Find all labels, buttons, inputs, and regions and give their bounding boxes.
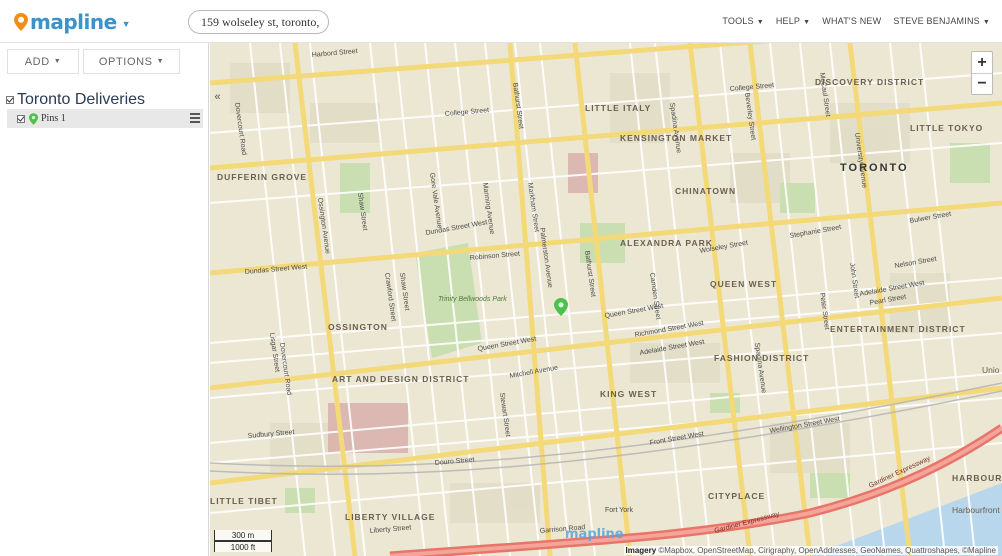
chevron-down-icon: ▼	[121, 18, 131, 29]
logo-pin-icon	[14, 13, 28, 31]
options-button-label: OPTIONS	[98, 55, 153, 68]
label-king-west: KING WEST	[600, 389, 657, 399]
label-unio: Unio	[982, 365, 1000, 375]
top-navigation: TOOLS ▼ HELP ▼ WHAT'S NEW STEVE BENJAMINS ▼	[722, 16, 990, 26]
layer-group: Toronto Deliveries	[6, 91, 145, 109]
add-button-label: ADD	[24, 55, 50, 68]
logo-text: mapline	[30, 10, 117, 34]
layer-item-label: Pins 1	[41, 113, 66, 124]
attribution-imagery: Imagery	[625, 546, 657, 555]
zoom-out-button[interactable]: −	[972, 73, 992, 94]
label-queen-west: QUEEN WEST	[710, 279, 777, 289]
label-alexandra-park: ALEXANDRA PARK	[620, 238, 713, 248]
label-art-and-design: ART AND DESIGN DISTRICT	[332, 374, 469, 384]
search-input-value: 159 wolseley st, toronto,	[201, 14, 320, 29]
layer-group-checkbox[interactable]	[6, 96, 14, 104]
chevron-down-icon: ▼	[982, 19, 990, 26]
label-dufferin-grove: DUFFERIN GROVE	[217, 172, 307, 182]
nav-whats-new[interactable]: WHAT'S NEW	[822, 16, 881, 26]
nav-tools-label: TOOLS	[722, 16, 754, 26]
options-button[interactable]: OPTIONS ▼	[83, 49, 180, 74]
layers-sidebar: ADD ▼ OPTIONS ▼ Toronto Deliveries Pins 1	[0, 43, 209, 556]
nav-help[interactable]: HELP ▼	[776, 16, 810, 26]
mapline-logo[interactable]: mapline ▼	[14, 10, 131, 34]
layer-group-title[interactable]: Toronto Deliveries	[17, 91, 145, 109]
label-little-tokyo: LITTLE TOKYO	[910, 123, 983, 133]
label-entertainment-district: ENTERTAINMENT DISTRICT	[830, 324, 966, 334]
label-little-italy: LITTLE ITALY	[585, 103, 651, 113]
collapse-sidebar-icon[interactable]: «	[211, 88, 224, 106]
chevron-down-icon: ▼	[803, 19, 811, 26]
hamburger-menu-icon[interactable]	[190, 113, 200, 125]
add-button[interactable]: ADD ▼	[7, 49, 79, 74]
layer-item-checkbox[interactable]	[17, 114, 25, 123]
scale-bar: 300 m 1000 ft	[214, 530, 272, 552]
scale-metric: 300 m	[214, 530, 272, 541]
label-chinatown: CHINATOWN	[675, 186, 736, 196]
zoom-control: + −	[971, 51, 993, 95]
map-view[interactable]: DISCOVERY DISTRICT LITTLE ITALY KENSINGT…	[210, 43, 1002, 556]
attribution-sources[interactable]: ©Mapbox, OpenStreetMap, Cirigraphy, Open…	[656, 546, 996, 555]
chevron-down-icon: ▼	[756, 19, 764, 26]
label-harbourfront-centre: Harbourfront Centre	[952, 505, 1002, 515]
nav-whats-new-label: WHAT'S NEW	[822, 16, 882, 26]
label-liberty-village: LIBERTY VILLAGE	[345, 512, 435, 522]
mapline-watermark: mapline	[565, 527, 624, 542]
label-trinity-bellwoods: Trinity Bellwoods Park	[438, 296, 507, 303]
label-harbour: HARBOUR	[952, 473, 1002, 483]
search-input[interactable]: 159 wolseley st, toronto,	[188, 10, 329, 34]
scale-imperial: 1000 ft	[214, 541, 272, 552]
label-toronto: TORONTO	[840, 162, 909, 174]
label-cityplace: CITYPLACE	[708, 491, 765, 501]
nav-user-label: STEVE BENJAMINS	[893, 16, 980, 26]
map-attribution: Imagery ©Mapbox, OpenStreetMap, Cirigrap…	[623, 546, 998, 555]
label-fort-york: Fort York	[605, 507, 634, 514]
nav-help-label: HELP	[775, 16, 801, 26]
chevron-down-icon: ▼	[156, 58, 165, 65]
app-header: mapline ▼ 159 wolseley st, toronto, TOOL…	[0, 0, 1002, 43]
label-little-tibet: LITTLE TIBET	[210, 496, 278, 506]
map-canvas[interactable]: DISCOVERY DISTRICT LITTLE ITALY KENSINGT…	[210, 43, 1002, 556]
zoom-in-button[interactable]: +	[972, 52, 992, 73]
layer-item[interactable]: Pins 1	[7, 109, 203, 128]
nav-tools[interactable]: TOOLS ▼	[722, 16, 764, 26]
nav-user-menu[interactable]: STEVE BENJAMINS ▼	[893, 16, 990, 26]
label-ossington: OSSINGTON	[328, 322, 388, 332]
chevron-down-icon: ▼	[53, 58, 62, 65]
map-pin-icon	[29, 112, 38, 125]
label-discovery-district: DISCOVERY DISTRICT	[815, 77, 924, 87]
